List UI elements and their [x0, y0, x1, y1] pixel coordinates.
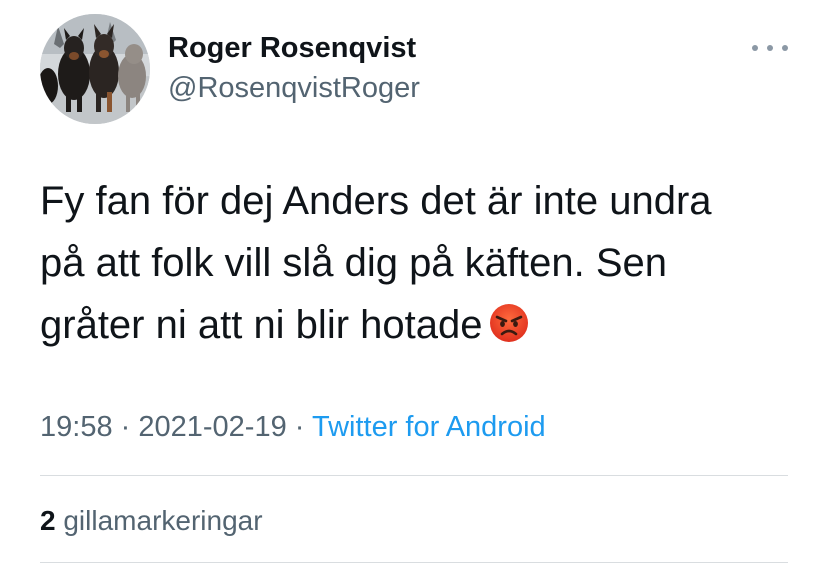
meta-separator: ·: [112, 411, 139, 443]
tweet-text: Fy fan för dej Anders det är inte undra …: [40, 170, 800, 362]
more-options-icon[interactable]: [752, 36, 788, 60]
likes-label: gillamarkeringar: [63, 505, 263, 536]
more-dot: [767, 45, 773, 51]
likes-count: 2: [40, 505, 56, 536]
tweet-line: Fy fan för dej Anders det är inte undra: [40, 179, 712, 223]
likes-stat[interactable]: 2 gillamarkeringar: [40, 505, 263, 537]
tweet-line: på att folk vill slå dig på käften. Sen: [40, 241, 668, 285]
tweet-line: gråter ni att ni blir hotade: [40, 303, 483, 347]
tweet-line-with-emoji: gråter ni att ni blir hotade: [40, 294, 800, 362]
tweet-date: 2021-02-19: [138, 411, 287, 443]
meta-separator: ·: [286, 411, 312, 443]
tweet-time: 19:58: [40, 411, 113, 443]
author-name[interactable]: Roger Rosenqvist: [168, 32, 416, 65]
more-dot: [782, 45, 788, 51]
divider: [40, 562, 788, 563]
angry-face-icon: [488, 300, 530, 362]
more-dot: [752, 45, 758, 51]
tweet-source-link[interactable]: Twitter for Android: [312, 411, 546, 443]
avatar-dogs-image: [40, 14, 150, 124]
tweet-meta: 19:58 · 2021-02-19 · Twitter for Android: [40, 411, 546, 444]
divider: [40, 475, 788, 476]
avatar[interactable]: [40, 14, 150, 124]
author-handle[interactable]: @RosenqvistRoger: [168, 72, 420, 105]
